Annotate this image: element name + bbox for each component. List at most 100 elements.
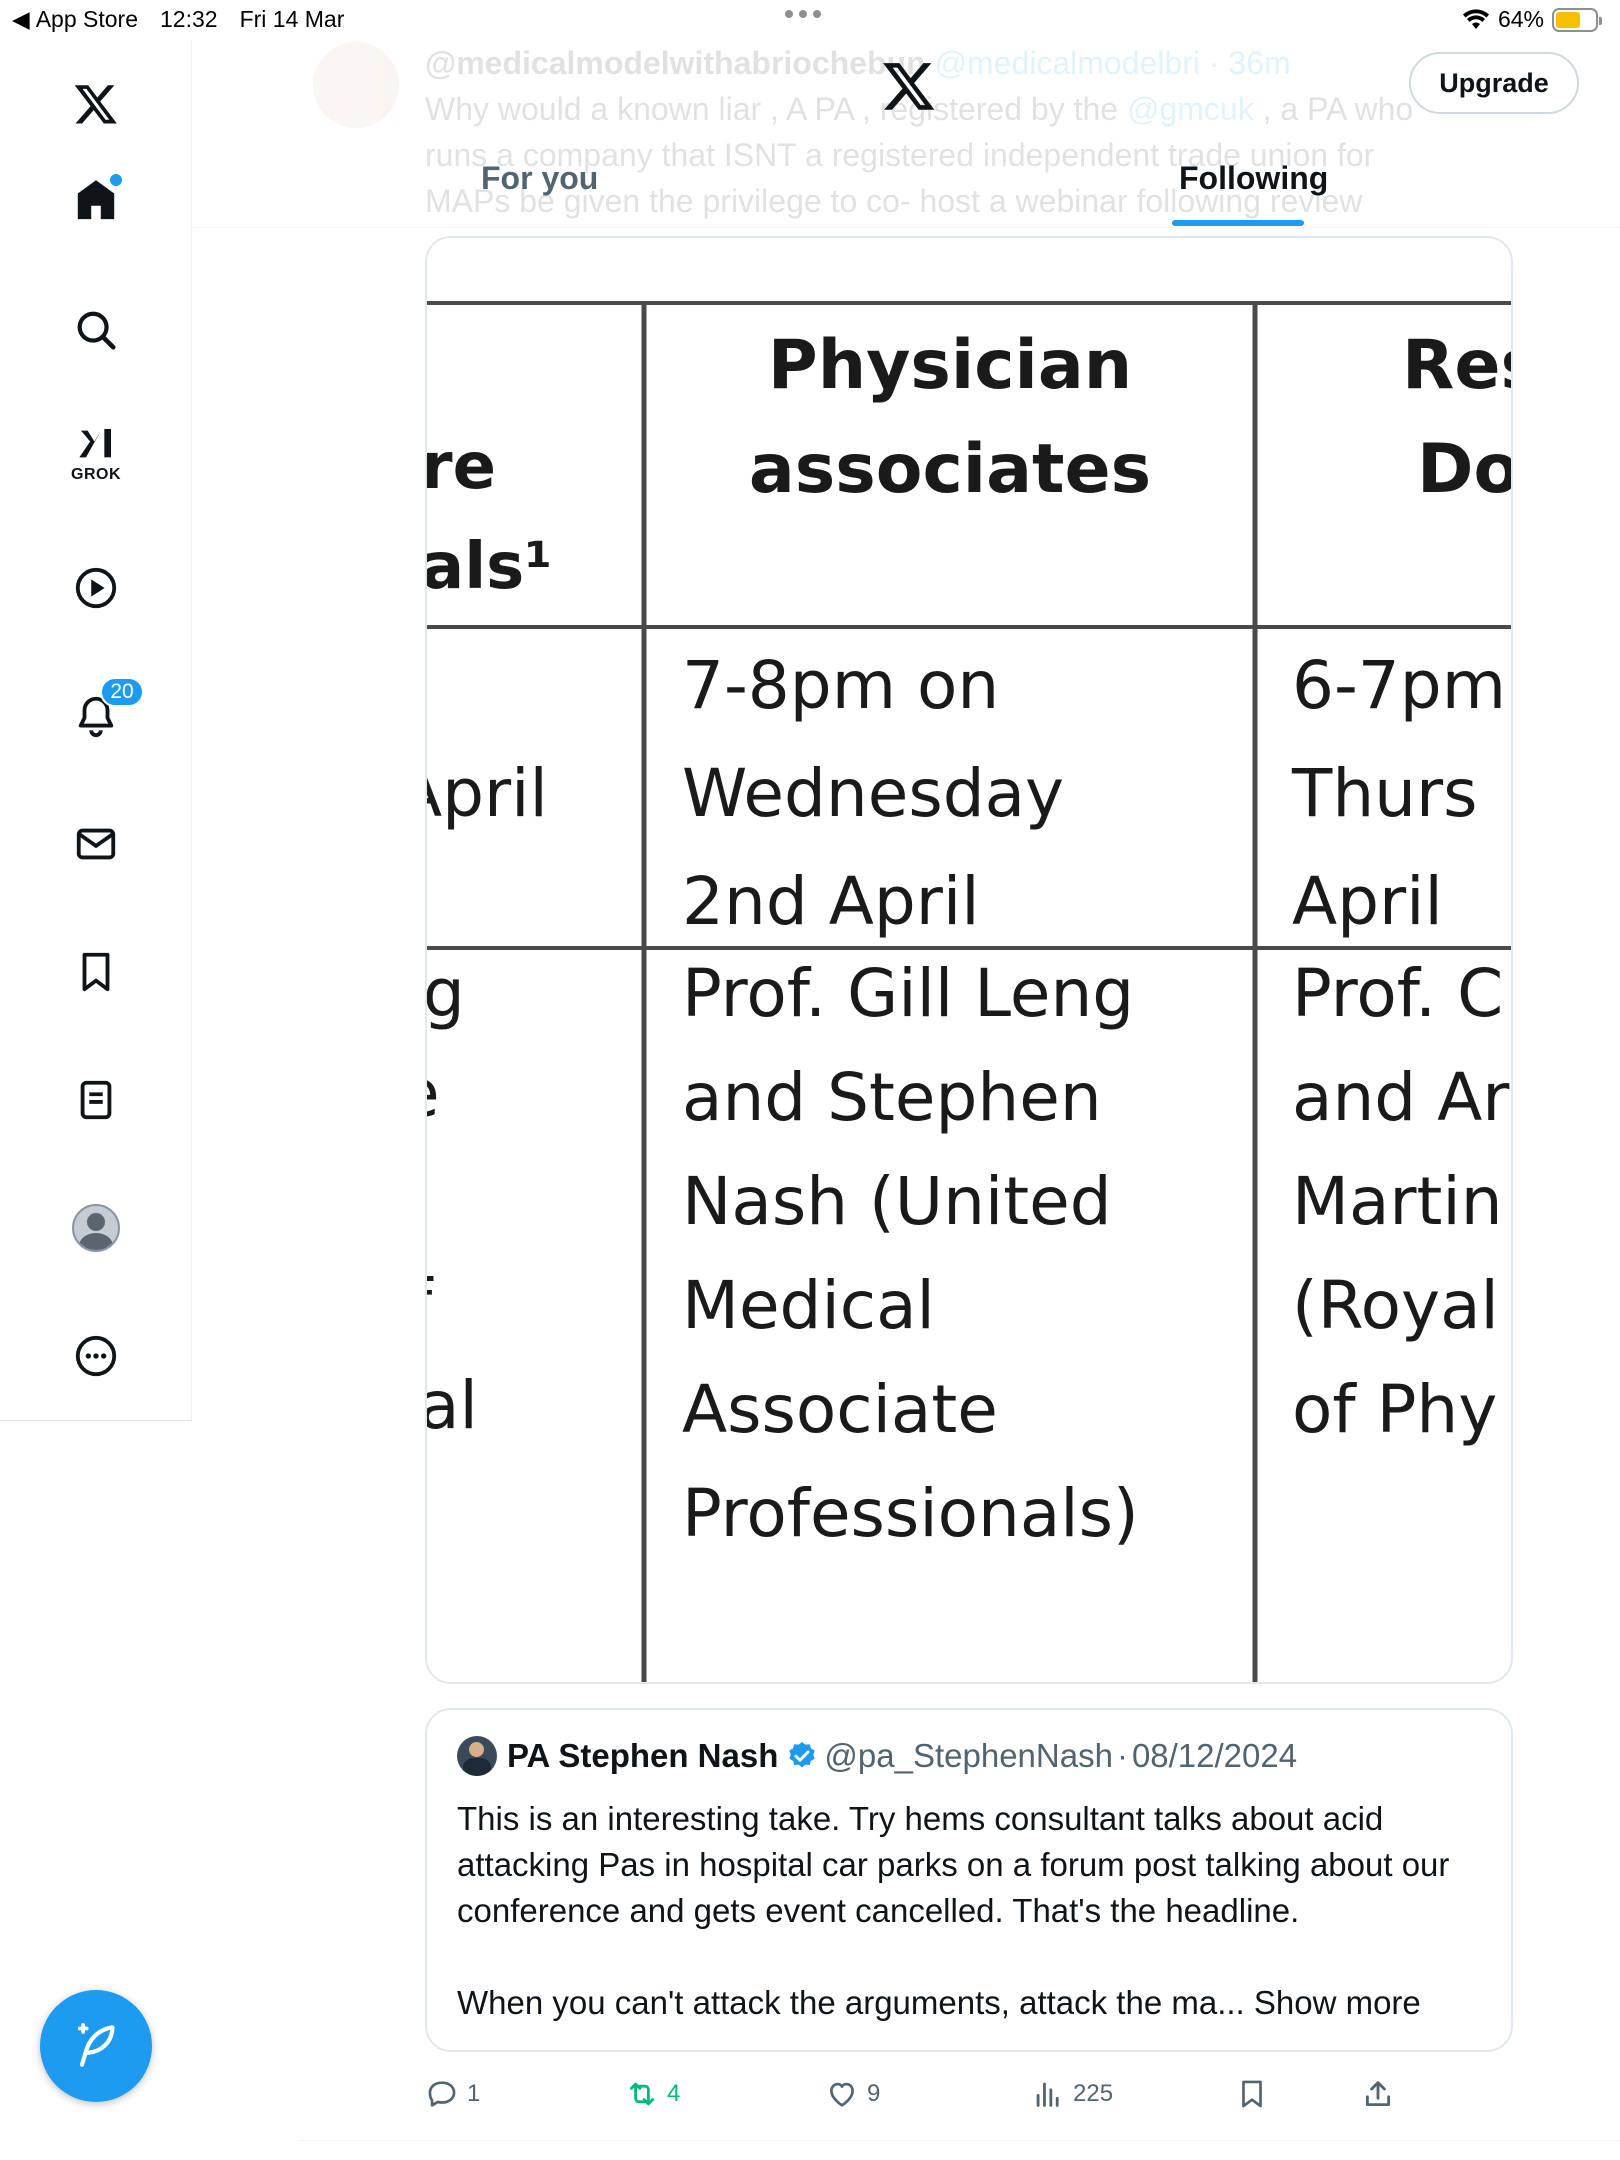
sidebar: GROK 20 <box>0 40 192 1421</box>
tab-active-indicator <box>1172 220 1304 226</box>
back-triangle-icon: ◀ <box>12 6 30 32</box>
verified-badge-icon <box>789 1742 816 1768</box>
compose-button[interactable] <box>40 1990 152 2102</box>
share-button[interactable] <box>1361 2066 1395 2122</box>
lists-icon <box>80 1080 112 1120</box>
quoted-paragraph-1: This is an interesting take. Try hems co… <box>457 1800 1450 1929</box>
nav-messages[interactable] <box>60 808 132 880</box>
notifications-badge: 20 <box>100 677 144 707</box>
col2-row2-line6: Professionals) <box>682 1475 1139 1552</box>
col3-row2-line4: (Royal <box>1292 1267 1499 1344</box>
profile-avatar <box>72 1204 120 1252</box>
col3-header-line2: Do <box>1417 430 1513 509</box>
col2-row1-line2: Wednesday <box>682 755 1064 832</box>
quoted-separator: · <box>1116 1737 1128 1774</box>
repost-count: 4 <box>667 2080 681 2107</box>
tweet-actions: 1 4 9 225 <box>425 2066 1513 2122</box>
views-count: 225 <box>1073 2080 1114 2107</box>
reply-icon <box>428 2081 456 2107</box>
nav-profile[interactable] <box>60 1192 132 1264</box>
table-image-canvas: re als¹ April ng e f al Physician associ… <box>427 238 1513 1682</box>
compose-icon <box>77 2023 115 2067</box>
views-button[interactable]: 225 <box>1031 2066 1113 2122</box>
reply-button[interactable]: 1 <box>425 2066 480 2122</box>
status-time: 12:32 <box>160 6 218 32</box>
col3-row2-line2: and Ar <box>1292 1059 1510 1136</box>
status-bar: ◀ App Store 12:32 Fri 14 Mar 64% <box>0 0 1620 40</box>
wifi-icon <box>1462 8 1489 29</box>
nav-grok[interactable]: GROK <box>60 418 132 490</box>
tweet-image[interactable]: re als¹ April ng e f al Physician associ… <box>425 236 1513 1684</box>
ghost-line1-b: , a PA who <box>1253 91 1414 127</box>
col3-row1-line2: Thurs <box>1291 755 1478 832</box>
col3-row2-line1: Prof. C <box>1292 955 1503 1032</box>
quoted-tweet[interactable]: PA Stephen Nash @pa_StephenNash · 08/12/… <box>425 1708 1513 2052</box>
col2-row2-line3: Nash (United <box>682 1163 1112 1240</box>
col1-row1: April <box>427 755 548 832</box>
repost-icon <box>629 2082 655 2106</box>
ghost-name: @medicalmodelwithabriochebun <box>425 45 926 81</box>
like-count: 9 <box>867 2080 881 2107</box>
like-button[interactable]: 9 <box>825 2066 880 2122</box>
ghost-mention: @gmcuk <box>1126 91 1254 127</box>
upgrade-button[interactable]: Upgrade <box>1409 52 1579 114</box>
reply-count: 1 <box>467 2080 481 2107</box>
home-new-dot <box>110 174 122 186</box>
heart-icon <box>830 2082 854 2107</box>
video-icon <box>75 567 117 609</box>
bookmark-icon <box>1242 2080 1262 2108</box>
nav-notifications[interactable]: 20 <box>60 677 144 752</box>
grok-icon <box>79 429 111 458</box>
nav-home[interactable] <box>60 164 132 236</box>
col3-row2-line3: Martin <box>1292 1163 1503 1240</box>
grok-label: GROK <box>71 466 121 483</box>
tweet-divider <box>300 2140 1620 2141</box>
quoted-paragraph-2: When you can't attack the arguments, att… <box>457 1984 1245 2021</box>
tab-for-you[interactable]: For you <box>481 160 598 197</box>
nav-more[interactable] <box>60 1320 132 1392</box>
battery-percent: 64% <box>1497 6 1544 32</box>
ghost-handle: @medicalmodelbri <box>934 45 1200 81</box>
x-logo-icon[interactable] <box>60 68 132 140</box>
back-label: App Store <box>35 6 138 32</box>
col1-row2-line2: e <box>427 1055 440 1132</box>
messages-icon <box>76 828 116 860</box>
nav-video[interactable] <box>60 552 132 624</box>
ghost-line3: MAPs be given the privilege to co- host … <box>425 183 1363 219</box>
bookmarks-icon <box>82 952 110 992</box>
timeline-header: @medicalmodelwithabriochebun @medicalmod… <box>193 40 1620 228</box>
col2-header-line2: associates <box>749 430 1151 509</box>
quoted-author-avatar[interactable] <box>457 1736 497 1776</box>
multitasking-dots-icon[interactable] <box>785 10 821 18</box>
col1-header-line1: re <box>427 430 496 504</box>
quoted-author-name[interactable]: PA Stephen Nash <box>507 1737 778 1775</box>
nav-bookmarks[interactable] <box>60 936 132 1008</box>
col3-row2-line5: of Phy <box>1292 1371 1497 1448</box>
show-more-link[interactable]: Show more <box>1254 1984 1421 2021</box>
col2-row2-line4: Medical <box>682 1267 935 1344</box>
more-icon <box>75 1335 117 1377</box>
nav-search[interactable] <box>60 294 132 366</box>
col1-row2-line1: ng <box>427 955 465 1032</box>
tab-following[interactable]: Following <box>1179 160 1328 197</box>
bookmark-button[interactable] <box>1235 2066 1269 2122</box>
col1-header-line2: als¹ <box>427 530 552 604</box>
col2-row2-line1: Prof. Gill Leng <box>682 955 1134 1032</box>
ghost-line1-a: Why would a known liar , A PA , register… <box>425 91 1127 127</box>
ghost-avatar <box>313 42 399 128</box>
quoted-date[interactable]: 08/12/2024 <box>1132 1737 1297 1775</box>
quoted-author-handle[interactable]: @pa_StephenNash <box>824 1737 1113 1775</box>
sidebar-divider <box>0 1420 192 1421</box>
col2-header-line1: Physician <box>768 326 1132 405</box>
col2-row1-line1: 7-8pm on <box>682 647 999 724</box>
back-to-app-store[interactable]: ◀ App Store <box>12 6 138 33</box>
status-date: Fri 14 Mar <box>239 6 345 32</box>
repost-button[interactable]: 4 <box>625 2066 680 2122</box>
views-icon <box>1036 2082 1059 2107</box>
col1-row2-line4: al <box>427 1367 478 1444</box>
col2-row2-line2: and Stephen <box>682 1059 1102 1136</box>
share-icon <box>1365 2081 1391 2107</box>
x-logo-icon[interactable] <box>881 58 937 114</box>
quoted-tweet-text: This is an interesting take. Try hems co… <box>457 1796 1477 2026</box>
nav-lists[interactable] <box>60 1064 132 1136</box>
